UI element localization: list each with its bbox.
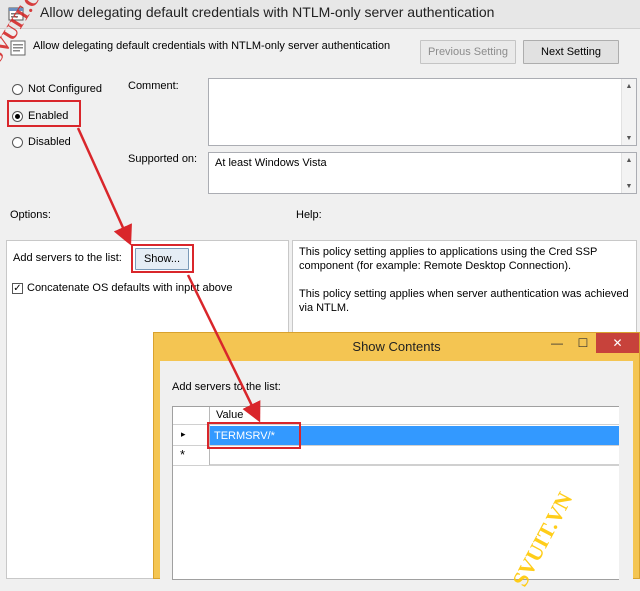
dialog-scrollbar[interactable] (619, 361, 633, 580)
concatenate-label: Concatenate OS defaults with input above (27, 282, 233, 294)
radio-label: Not Configured (28, 83, 102, 95)
help-paragraph: This policy setting applies when server … (299, 288, 629, 314)
checkbox-checked-icon[interactable]: ✓ (12, 282, 23, 294)
radio-not-configured[interactable]: Not Configured (12, 80, 102, 98)
help-label: Help: (296, 209, 322, 221)
dialog-body: Add servers to the list: Value ▸ TERMSRV… (160, 361, 633, 580)
new-row-marker-icon: * (180, 447, 186, 462)
arrow-to-show-button (76, 127, 132, 246)
add-servers-label: Add servers to the list: (13, 252, 122, 264)
scroll-down-icon[interactable]: ▼ (622, 179, 636, 193)
scroll-up-icon[interactable]: ▲ (622, 79, 636, 93)
radio-disabled[interactable]: Disabled (12, 133, 71, 151)
show-contents-dialog: Show Contents — ☐ ✕ Add servers to the l… (153, 332, 640, 580)
comment-scrollbar[interactable]: ▲ ▼ (621, 79, 636, 145)
close-button[interactable]: ✕ (596, 333, 639, 353)
supported-on-label: Supported on: (128, 153, 198, 165)
minimize-button[interactable]: — (544, 333, 570, 353)
next-setting-button[interactable]: Next Setting (523, 40, 619, 64)
scroll-down-icon[interactable]: ▼ (622, 131, 636, 145)
supported-on-value: At least Windows Vista (215, 157, 327, 169)
options-label: Options: (10, 209, 51, 221)
supported-scrollbar[interactable]: ▲ ▼ (621, 153, 636, 193)
dialog-add-servers-label: Add servers to the list: (172, 381, 281, 393)
window-title: Allow delegating default credentials wit… (40, 4, 495, 20)
comment-label: Comment: (128, 80, 179, 92)
supported-on-field: At least Windows Vista ▲ ▼ (208, 152, 637, 194)
concatenate-checkbox-row[interactable]: ✓ Concatenate OS defaults with input abo… (12, 280, 232, 296)
previous-setting-button[interactable]: Previous Setting (420, 40, 516, 64)
policy-name: Allow delegating default credentials wit… (33, 40, 391, 52)
highlight-box-show (131, 244, 194, 273)
scroll-up-icon[interactable]: ▲ (622, 153, 636, 167)
highlight-box-enabled (7, 100, 81, 127)
comment-textarea[interactable]: ▲ ▼ (208, 78, 637, 146)
column-header-value[interactable]: Value (216, 409, 243, 421)
maximize-button[interactable]: ☐ (570, 333, 596, 353)
radio-button[interactable] (12, 83, 23, 95)
radio-button[interactable] (12, 136, 23, 148)
highlight-box-value (207, 422, 301, 449)
grid-row-header-column (173, 407, 210, 465)
help-paragraph: This policy setting applies to applicati… (299, 246, 598, 272)
radio-label: Disabled (28, 136, 71, 148)
current-row-marker-icon: ▸ (181, 429, 186, 439)
grid-line (173, 465, 623, 466)
